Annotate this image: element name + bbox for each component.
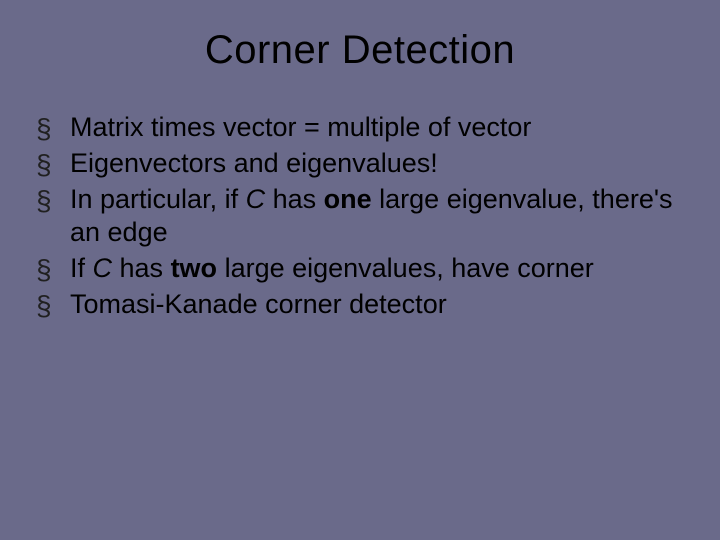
slide-title: Corner Detection (30, 28, 690, 73)
bullet-text-bold: two (171, 253, 218, 283)
bullet-item: Eigenvectors and eigenvalues! (36, 147, 690, 181)
bullet-item: If C has two large eigenvalues, have cor… (36, 252, 690, 286)
bullet-text-rest: large eigenvalues, have corner (217, 253, 594, 283)
bullet-text-bold: one (324, 184, 372, 214)
bullet-text-mid: has (112, 253, 171, 283)
bullet-list: Matrix times vector = multiple of vector… (30, 111, 690, 322)
bullet-text-pre: In particular, if (70, 184, 246, 214)
slide: Corner Detection Matrix times vector = m… (0, 0, 720, 540)
bullet-item: In particular, if C has one large eigenv… (36, 183, 690, 251)
bullet-text-italic: C (246, 184, 266, 214)
bullet-text: Eigenvectors and eigenvalues! (70, 148, 438, 178)
bullet-text-mid: has (265, 184, 324, 214)
bullet-item: Matrix times vector = multiple of vector (36, 111, 690, 145)
bullet-text: Matrix times vector = multiple of vector (70, 112, 531, 142)
bullet-text: Tomasi-Kanade corner detector (70, 289, 447, 319)
bullet-text-pre: If (70, 253, 93, 283)
bullet-item: Tomasi-Kanade corner detector (36, 288, 690, 322)
bullet-text-italic: C (93, 253, 113, 283)
